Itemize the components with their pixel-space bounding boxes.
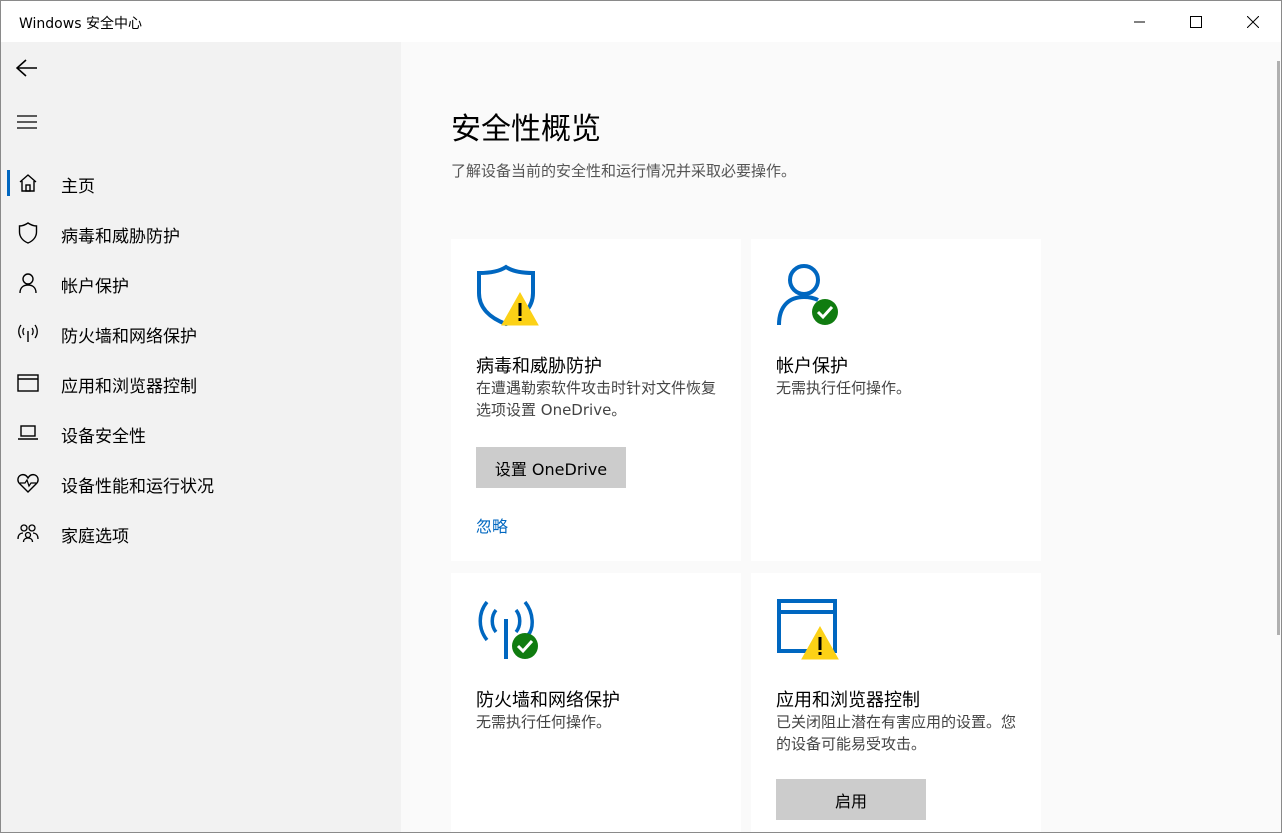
card-title: 病毒和威胁防护 bbox=[476, 356, 602, 377]
page-title: 安全性概览 bbox=[451, 112, 601, 147]
shield-warning-icon bbox=[476, 263, 540, 327]
sidebar-item-label: 设备安全性 bbox=[61, 427, 146, 447]
sidebar-item-account-protection[interactable]: 帐户保护 bbox=[1, 260, 401, 306]
sidebar-item-label: 主页 bbox=[61, 177, 95, 197]
sidebar-item-app-browser-control[interactable]: 应用和浏览器控制 bbox=[1, 360, 401, 406]
sidebar-item-virus-protection[interactable]: 病毒和威胁防护 bbox=[1, 210, 401, 256]
menu-button[interactable] bbox=[11, 106, 43, 138]
laptop-icon bbox=[17, 422, 39, 444]
sidebar-item-firewall[interactable]: 防火墙和网络保护 bbox=[1, 310, 401, 356]
browser-window-icon bbox=[17, 372, 39, 394]
close-button[interactable] bbox=[1224, 1, 1281, 42]
card-description: 无需执行任何操作。 bbox=[476, 713, 612, 731]
antenna-ok-icon bbox=[476, 597, 540, 661]
main-content: 安全性概览 了解设备当前的安全性和运行情况并采取必要操作。 病毒和威胁防护 在遭… bbox=[401, 42, 1281, 832]
sidebar-item-label: 病毒和威胁防护 bbox=[61, 227, 180, 247]
sidebar-item-home[interactable]: 主页 bbox=[1, 160, 401, 206]
title-bar: Windows 安全中心 bbox=[1, 1, 1281, 42]
sidebar-item-label: 设备性能和运行状况 bbox=[61, 477, 214, 497]
family-icon bbox=[17, 522, 39, 544]
card-title: 帐户保护 bbox=[776, 356, 848, 377]
card-account-protection: 帐户保护 无需执行任何操作。 bbox=[751, 239, 1041, 561]
card-description: 无需执行任何操作。 bbox=[776, 379, 912, 397]
back-arrow-icon bbox=[16, 59, 37, 77]
scrollbar[interactable] bbox=[1277, 61, 1280, 635]
sidebar-item-device-performance[interactable]: 设备性能和运行状况 bbox=[1, 460, 401, 506]
card-title: 应用和浏览器控制 bbox=[776, 690, 920, 711]
card-firewall: 防火墙和网络保护 无需执行任何操作。 bbox=[451, 573, 741, 832]
person-icon bbox=[17, 272, 39, 294]
close-icon bbox=[1246, 15, 1259, 28]
sidebar-item-label: 家庭选项 bbox=[61, 527, 129, 547]
sidebar-item-device-security[interactable]: 设备安全性 bbox=[1, 410, 401, 456]
selection-indicator bbox=[7, 170, 10, 196]
sidebar: 主页 病毒和威胁防护 帐户保护 防火墙和网络保护 应用和浏览器控制 设备安全性 bbox=[1, 42, 401, 832]
minimize-icon bbox=[1133, 21, 1145, 22]
card-virus-protection: 病毒和威胁防护 在遭遇勒索软件攻击时针对文件恢复选项设置 OneDrive。 设… bbox=[451, 239, 741, 561]
back-button[interactable] bbox=[11, 52, 43, 84]
sidebar-item-family-options[interactable]: 家庭选项 bbox=[1, 510, 401, 556]
card-title: 防火墙和网络保护 bbox=[476, 690, 620, 711]
enable-button[interactable]: 启用 bbox=[776, 779, 926, 820]
sidebar-item-label: 应用和浏览器控制 bbox=[61, 377, 197, 397]
sidebar-item-label: 帐户保护 bbox=[61, 277, 129, 297]
browser-warning-icon bbox=[776, 597, 840, 661]
card-app-browser-control: 应用和浏览器控制 已关闭阻止潜在有害应用的设置。您的设备可能易受攻击。 启用 bbox=[751, 573, 1041, 832]
window-title: Windows 安全中心 bbox=[19, 16, 142, 32]
shield-icon bbox=[17, 222, 39, 244]
setup-onedrive-button[interactable]: 设置 OneDrive bbox=[476, 447, 626, 488]
minimize-button[interactable] bbox=[1111, 1, 1168, 42]
antenna-icon bbox=[17, 322, 39, 344]
maximize-icon bbox=[1189, 15, 1202, 28]
sidebar-item-label: 防火墙和网络保护 bbox=[61, 327, 197, 347]
dismiss-link[interactable]: 忽略 bbox=[476, 513, 508, 537]
home-icon bbox=[17, 172, 39, 194]
heart-pulse-icon bbox=[17, 472, 39, 494]
person-ok-icon bbox=[776, 263, 840, 327]
maximize-button[interactable] bbox=[1167, 1, 1224, 42]
card-description: 已关闭阻止潜在有害应用的设置。您的设备可能易受攻击。 bbox=[776, 713, 1017, 753]
page-subtitle: 了解设备当前的安全性和运行情况并采取必要操作。 bbox=[451, 162, 797, 180]
card-description: 在遭遇勒索软件攻击时针对文件恢复选项设置 OneDrive。 bbox=[476, 379, 717, 419]
hamburger-icon bbox=[17, 115, 37, 129]
